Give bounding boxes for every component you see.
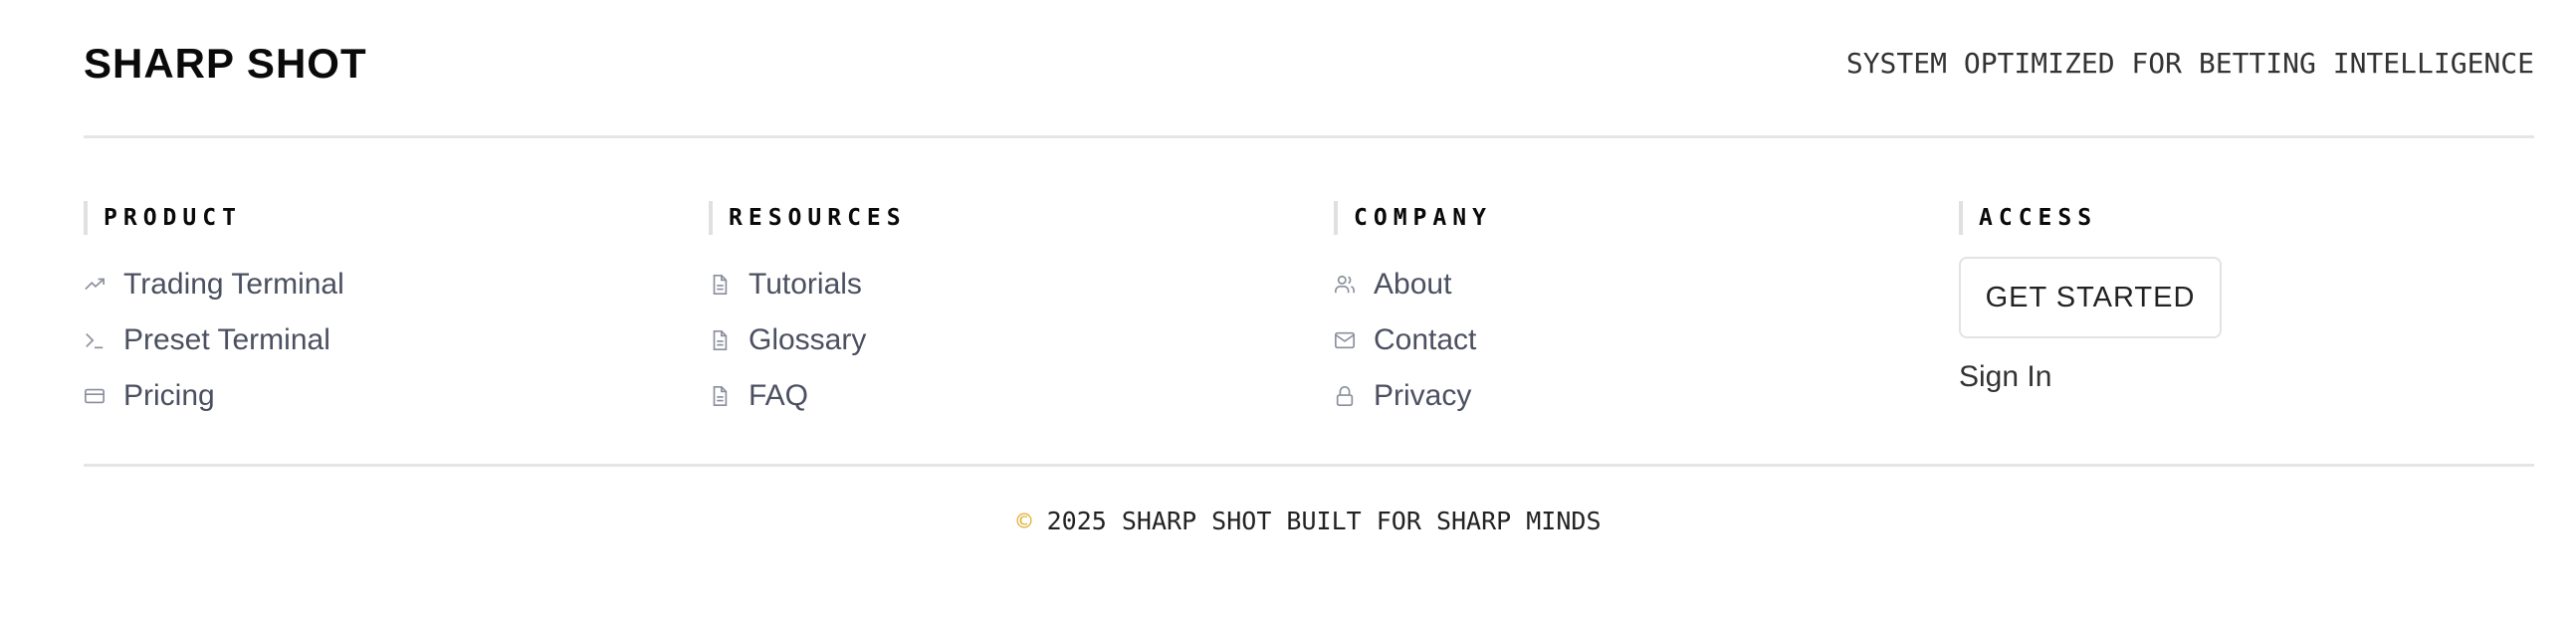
link-label: Trading Terminal — [123, 268, 344, 301]
access-column: ACCESS GET STARTED Sign In — [1959, 201, 2556, 394]
link-trading-terminal[interactable]: Trading Terminal — [84, 257, 681, 312]
link-label: Preset Terminal — [123, 323, 330, 356]
link-label: Privacy — [1374, 379, 1472, 412]
link-label: About — [1374, 268, 1452, 301]
tagline: SYSTEM OPTIMIZED FOR BETTING INTELLIGENC… — [1845, 47, 2534, 80]
column-heading: PRODUCT — [84, 201, 681, 235]
footer-bottom: © 2025 SHARP SHOT BUILT FOR SHARP MINDS — [84, 464, 2534, 535]
mail-icon — [1335, 331, 1355, 349]
link-faq[interactable]: FAQ — [709, 368, 1306, 424]
copyright: © 2025 SHARP SHOT BUILT FOR SHARP MINDS — [84, 507, 2534, 535]
link-glossary[interactable]: Glossary — [709, 312, 1306, 368]
brand-logo[interactable]: SHARP SHOT — [84, 40, 367, 88]
link-preset-terminal[interactable]: Preset Terminal — [84, 312, 681, 368]
document-icon — [713, 386, 728, 406]
link-pricing[interactable]: Pricing — [84, 368, 681, 424]
credit-card-icon — [85, 388, 105, 404]
footer-header: SHARP SHOT SYSTEM OPTIMIZED FOR BETTING … — [84, 0, 2534, 138]
link-label: Pricing — [123, 379, 215, 412]
link-about[interactable]: About — [1334, 257, 1931, 312]
resources-column: RESOURCES Tutorials Glossary FAQ — [709, 201, 1306, 424]
product-column: PRODUCT Trading Terminal Preset Terminal… — [84, 201, 681, 424]
link-contact[interactable]: Contact — [1334, 312, 1931, 368]
column-heading: RESOURCES — [709, 201, 1306, 235]
copyright-symbol: © — [1016, 507, 1032, 535]
document-icon — [713, 330, 728, 350]
get-started-button[interactable]: GET STARTED — [1959, 257, 2222, 338]
copyright-text: 2025 SHARP SHOT BUILT FOR SHARP MINDS — [1046, 507, 1602, 535]
users-icon — [1335, 275, 1355, 294]
link-label: Glossary — [749, 323, 867, 356]
column-heading: ACCESS — [1959, 201, 2556, 235]
link-label: Tutorials — [749, 268, 862, 301]
trending-up-icon — [85, 278, 105, 291]
lock-icon — [1336, 386, 1354, 406]
footer-section: SHARP SHOT SYSTEM OPTIMIZED FOR BETTING … — [84, 0, 2534, 535]
company-column: COMPANY About Contact Privacy — [1334, 201, 1931, 424]
link-privacy[interactable]: Privacy — [1334, 368, 1931, 424]
link-tutorials[interactable]: Tutorials — [709, 257, 1306, 312]
link-label: FAQ — [749, 379, 809, 412]
document-icon — [713, 275, 728, 295]
terminal-icon — [86, 332, 104, 349]
link-label: Contact — [1374, 323, 1477, 356]
sign-in-link[interactable]: Sign In — [1959, 360, 2556, 394]
column-heading: COMPANY — [1334, 201, 1931, 235]
